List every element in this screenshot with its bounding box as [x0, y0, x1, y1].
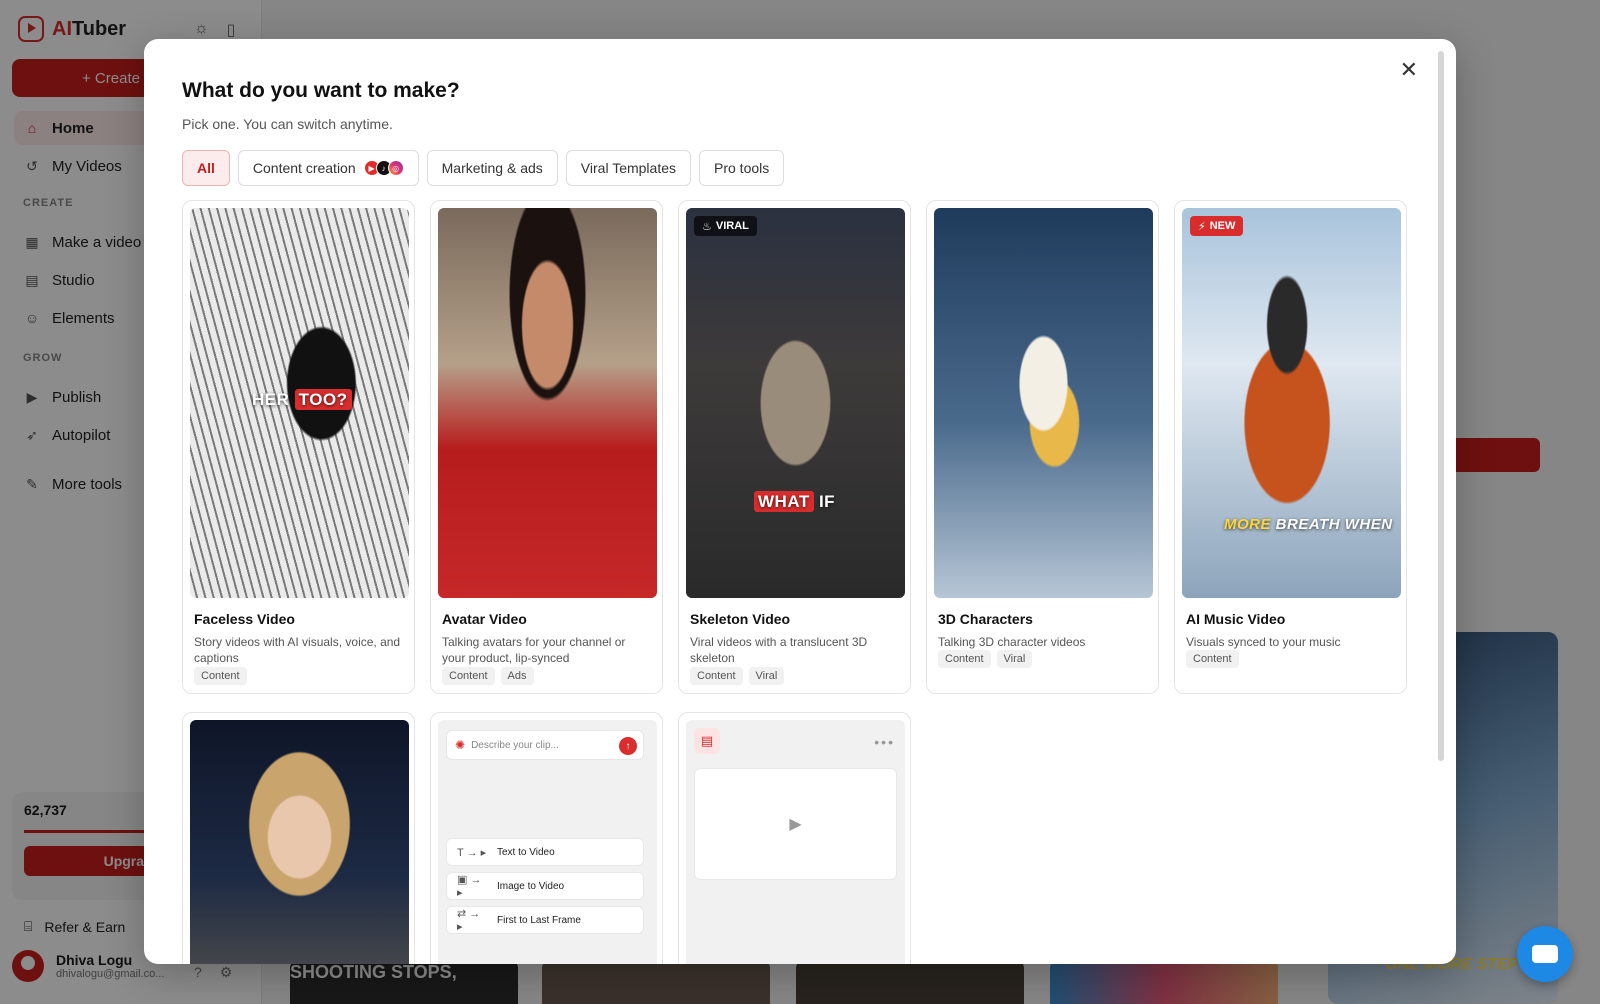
card-description: Visuals synced to your music — [1186, 635, 1341, 649]
tag: Content — [690, 667, 743, 685]
tag: Content — [1186, 650, 1239, 668]
avatar-thumbnail — [438, 208, 657, 598]
clip-generator-preview: ✺ Describe your clip... ↑ T → ▸ Text to V… — [438, 720, 657, 964]
skeleton-thumbnail: ♨ VIRAL WHAT IF — [686, 208, 905, 598]
card-tags: Content Ads — [442, 667, 534, 685]
image-icon: ▣ → ▸ — [457, 874, 482, 899]
tag: Content — [938, 650, 991, 668]
card-ai-clip-generator[interactable]: ✺ Describe your clip... ↑ T → ▸ Text to V… — [430, 712, 663, 964]
filter-content-creation[interactable]: Content creation ▶ ♪ ◎ — [237, 150, 419, 186]
bolt-icon: ⚡ — [1198, 220, 1206, 233]
social-icons: ▶ ♪ ◎ — [363, 160, 404, 176]
thumbnail-caption: WHAT IF — [754, 491, 835, 512]
swap-icon: ⇄ → ▸ — [457, 908, 481, 933]
create-modal: ✕ What do you want to make? Pick one. Yo… — [144, 39, 1456, 964]
thumbnail-caption: MORE BREATH WHEN — [1224, 516, 1393, 533]
chat-support-button[interactable] — [1517, 926, 1573, 982]
card-tags: Content Viral — [938, 650, 1033, 668]
music-thumbnail: ⚡ NEW MORE BREATH WHEN — [1182, 208, 1401, 598]
card-description: Talking 3D character videos — [938, 635, 1086, 649]
card-title: Faceless Video — [194, 611, 295, 627]
tag: Content — [194, 667, 247, 685]
card-3d-characters[interactable]: 3D Characters Talking 3D character video… — [926, 200, 1159, 694]
thumbnail-caption: HER TOO? — [252, 389, 352, 410]
card-tags: Content — [1186, 650, 1239, 668]
card-faceless-video[interactable]: HER TOO? Faceless Video Story videos wit… — [182, 200, 415, 694]
clip-prompt-input[interactable]: ✺ Describe your clip... ↑ — [446, 730, 644, 760]
option-first-to-last-frame[interactable]: ⇄ → ▸ First to Last Frame — [446, 906, 644, 934]
more-dots-icon: ••• — [874, 734, 895, 750]
clapper-icon: ▤ — [694, 728, 720, 754]
card-title: AI Music Video — [1186, 611, 1286, 627]
new-badge: ⚡ NEW — [1190, 216, 1244, 236]
tag: Viral — [748, 667, 785, 685]
filter-pro-tools[interactable]: Pro tools — [699, 150, 785, 186]
sparkle-icon: ✺ — [455, 738, 466, 752]
viral-badge: ♨ VIRAL — [694, 216, 757, 236]
play-icon[interactable]: ▶ — [789, 814, 801, 834]
editor-preview: ▤ ••• ▶ — [686, 720, 905, 964]
text-icon: T → ▸ — [457, 846, 487, 859]
preview-screen: ▶ — [694, 768, 897, 880]
selfie-thumbnail — [190, 720, 409, 964]
close-icon[interactable]: ✕ — [1400, 59, 1418, 81]
option-text-to-video[interactable]: T → ▸ Text to Video — [446, 838, 644, 866]
fire-icon: ♨ — [702, 220, 712, 233]
filter-viral-templates[interactable]: Viral Templates — [565, 150, 691, 186]
faceless-thumbnail: HER TOO? — [190, 208, 409, 598]
card-tags: Content Viral — [690, 667, 785, 685]
modal-title: What do you want to make? — [182, 79, 460, 102]
card-video-editor[interactable]: ▤ ••• ▶ — [678, 712, 911, 964]
instagram-icon: ◎ — [387, 160, 404, 176]
card-avatar-video[interactable]: Avatar Video Talking avatars for your ch… — [430, 200, 663, 694]
card-description: Talking avatars for your channel or your… — [442, 635, 626, 665]
card-title: Skeleton Video — [690, 611, 791, 627]
card-title: 3D Characters — [938, 611, 1033, 627]
modal-scrollbar[interactable] — [1438, 51, 1444, 761]
tag: Viral — [996, 650, 1033, 668]
3d-character-thumbnail — [934, 208, 1153, 598]
tag: Content — [442, 667, 495, 685]
filter-marketing-ads[interactable]: Marketing & ads — [426, 150, 558, 186]
modal-subtitle: Pick one. You can switch anytime. — [182, 116, 393, 132]
filter-all[interactable]: All — [182, 150, 230, 186]
card-description: Story videos with AI visuals, voice, and… — [194, 635, 401, 665]
card-tags: Content — [194, 667, 247, 685]
card-skeleton-video[interactable]: ♨ VIRAL WHAT IF Skeleton Video Viral vide… — [678, 200, 911, 694]
card-title: Avatar Video — [442, 611, 527, 627]
tag: Ads — [500, 667, 534, 685]
option-image-to-video[interactable]: ▣ → ▸ Image to Video — [446, 872, 644, 900]
card-ai-music-video[interactable]: ⚡ NEW MORE BREATH WHEN AI Music Video Vis… — [1174, 200, 1407, 694]
card-ugc-selfie[interactable] — [182, 712, 415, 964]
filter-tabs: All Content creation ▶ ♪ ◎ Marketing & a… — [182, 150, 785, 186]
send-arrow-icon[interactable]: ↑ — [619, 737, 637, 755]
card-description: Viral videos with a translucent 3D skele… — [690, 635, 868, 665]
